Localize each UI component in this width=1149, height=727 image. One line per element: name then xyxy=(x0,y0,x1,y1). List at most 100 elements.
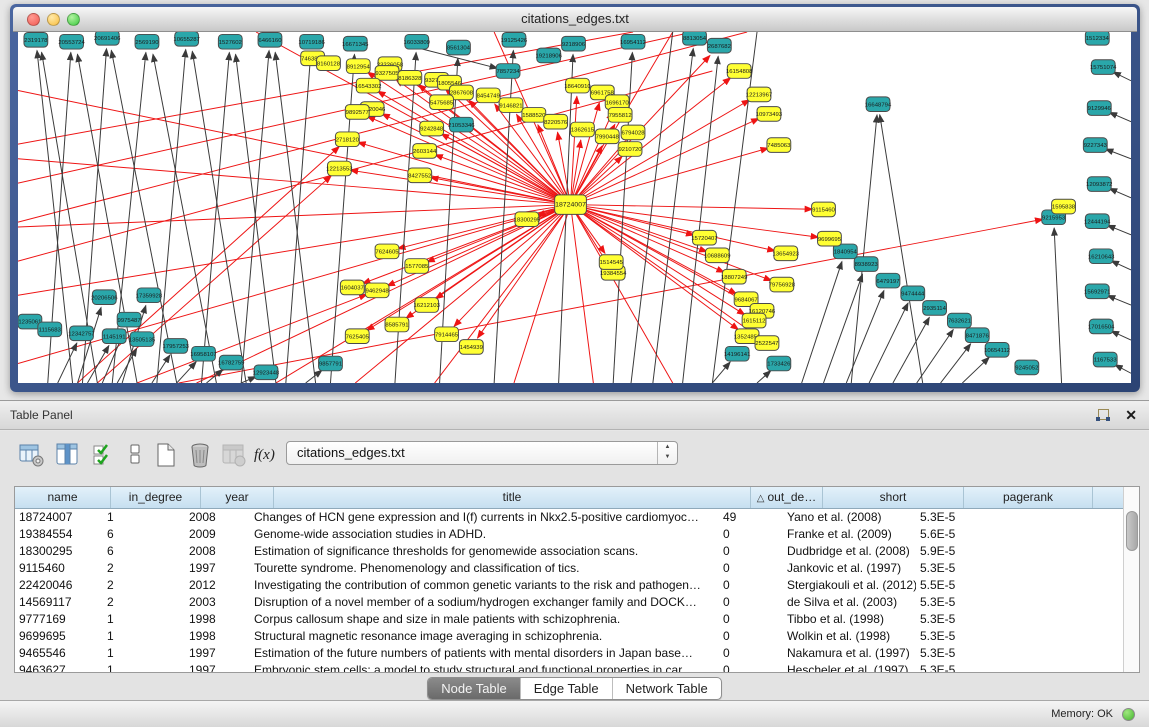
graph-node[interactable]: 7857234 xyxy=(496,64,520,79)
table-settings-icon[interactable] xyxy=(18,441,46,469)
citation-network-graph[interactable]: 2319178 20553724 20691406 2569190 10655287 15… xyxy=(18,32,1131,383)
table-row[interactable]: 946362711997Embryonic stem cells: a mode… xyxy=(15,662,1139,673)
column-header-short[interactable]: short xyxy=(823,487,964,508)
column-header-pagerank[interactable]: pagerank xyxy=(964,487,1093,508)
graph-node[interactable]: 19218906 xyxy=(535,48,562,63)
graph-node[interactable]: 1167533 xyxy=(1093,352,1117,367)
graph-node[interactable]: 16033809 xyxy=(404,34,430,49)
graph-node[interactable]: 1145191 xyxy=(102,329,126,344)
scrollbar-thumb[interactable] xyxy=(1126,511,1138,551)
graph-node[interactable]: 9129946 xyxy=(1087,101,1111,116)
graph-node[interactable]: 8454749 xyxy=(476,88,500,103)
column-header-title[interactable]: title xyxy=(274,487,751,508)
graph-node[interactable]: 8186328 xyxy=(398,71,422,86)
graph-node[interactable]: 16782759 xyxy=(218,355,244,370)
table-row[interactable]: 1938455462009Genome-wide association stu… xyxy=(15,526,1139,543)
graph-node[interactable]: 1514545 xyxy=(599,255,623,270)
graph-node[interactable]: 16648794 xyxy=(865,97,892,112)
graph-node[interactable]: 12923448 xyxy=(253,365,280,380)
graph-node[interactable]: 5475685 xyxy=(430,95,454,110)
graph-node[interactable]: 1733426 xyxy=(767,356,791,371)
graph-node[interactable]: 19125426 xyxy=(501,32,528,47)
graph-node[interactable]: 6479197 xyxy=(876,273,900,288)
graph-node[interactable]: 16958107 xyxy=(190,346,216,361)
graph-node[interactable]: 6794028 xyxy=(621,125,645,140)
function-builder-icon[interactable]: f(x) xyxy=(254,441,288,469)
column-header-out_de[interactable]: △out_de… xyxy=(751,487,823,508)
graph-node[interactable]: 7625405 xyxy=(345,329,369,344)
graph-node[interactable]: 7914465 xyxy=(435,327,459,342)
graph-node[interactable]: 9699695 xyxy=(818,231,842,246)
table-row[interactable]: 977716911998Corpus callosum shape and si… xyxy=(15,611,1139,628)
graph-node[interactable]: 9218906 xyxy=(562,36,586,51)
graph-node[interactable]: 2569190 xyxy=(135,34,159,49)
graph-node[interactable]: 9245052 xyxy=(1015,360,1039,375)
graph-node[interactable]: 6466160 xyxy=(258,32,282,47)
graph-node[interactable]: 8813054 xyxy=(683,32,707,45)
table-vertical-scrollbar[interactable] xyxy=(1123,487,1139,672)
graph-node[interactable]: 1362615 xyxy=(571,122,595,137)
column-header-name[interactable]: name xyxy=(15,487,111,508)
table-row[interactable]: 2242004622012Investigating the contribut… xyxy=(15,577,1139,594)
table-row[interactable]: 911546021997Tourette syndrome. Phenomeno… xyxy=(15,560,1139,577)
graph-node[interactable]: 10973493 xyxy=(756,107,783,122)
dropdown-stepper-icon[interactable]: ▲▼ xyxy=(657,442,677,464)
tab-edge-table[interactable]: Edge Table xyxy=(520,678,612,699)
graph-node[interactable]: 10688609 xyxy=(704,248,730,263)
graph-node[interactable]: 2718120 xyxy=(335,132,359,147)
graph-node[interactable]: 7632621 xyxy=(947,313,971,328)
graph-node[interactable]: 13654923 xyxy=(773,246,800,261)
graph-node[interactable]: 14196141 xyxy=(724,346,750,361)
graph-node[interactable]: 12342757 xyxy=(68,326,94,341)
graph-node[interactable]: 2319178 xyxy=(24,32,48,47)
graph-node[interactable]: 9327505 xyxy=(375,66,399,81)
graph-hub-node[interactable]: 18724007 xyxy=(555,195,587,215)
graph-node[interactable]: 9975487 xyxy=(117,312,141,327)
graph-node[interactable]: 1588520 xyxy=(522,108,546,123)
graph-node[interactable]: 20691406 xyxy=(94,32,121,45)
graph-node[interactable]: 9115460 xyxy=(812,202,836,217)
graph-node[interactable]: 1604037 xyxy=(340,280,364,295)
table-row[interactable]: 946554611997Estimation of the future num… xyxy=(15,645,1139,662)
graph-node[interactable]: 9242848 xyxy=(420,121,444,136)
graph-node[interactable]: 9474444 xyxy=(901,286,925,301)
graph-node[interactable]: 1115683 xyxy=(38,322,62,337)
graph-node[interactable]: 8912954 xyxy=(346,59,370,74)
graph-node[interactable]: 17359928 xyxy=(136,288,163,303)
graph-node[interactable]: 9210720 xyxy=(618,142,642,157)
graph-node[interactable]: 10654112 xyxy=(984,343,1010,358)
graph-node[interactable]: 8561304 xyxy=(447,40,471,55)
graph-node[interactable]: 16954112 xyxy=(620,34,646,49)
graph-node[interactable]: 1577085 xyxy=(405,259,429,274)
graph-node[interactable]: 79756928 xyxy=(769,277,796,292)
graph-node[interactable]: 1454939 xyxy=(459,340,483,355)
graph-node[interactable]: 2522547 xyxy=(755,336,779,351)
column-header-year[interactable]: year xyxy=(201,487,274,508)
graph-node[interactable]: 7485063 xyxy=(767,138,791,153)
new-document-icon[interactable] xyxy=(152,441,180,469)
graph-node[interactable]: 16671345 xyxy=(342,36,369,51)
select-rows-icon[interactable] xyxy=(90,441,118,469)
graph-node[interactable]: 9146821 xyxy=(499,98,523,113)
graph-node[interactable]: 21053346 xyxy=(448,117,475,132)
graph-node[interactable]: 10719186 xyxy=(298,34,325,49)
close-panel-icon[interactable]: ✕ xyxy=(1125,406,1137,424)
graph-node[interactable]: 12093872 xyxy=(1086,177,1112,192)
graph-node[interactable]: 10655287 xyxy=(173,32,199,46)
graph-node[interactable]: 18300295 xyxy=(514,212,541,227)
graph-node[interactable]: 7624605 xyxy=(375,244,399,259)
graph-node[interactable]: 12213967 xyxy=(746,87,772,102)
graph-node[interactable]: 7955812 xyxy=(608,108,632,123)
graph-node[interactable]: 2687682 xyxy=(707,38,731,53)
network-window-titlebar[interactable]: citations_edges.txt xyxy=(13,7,1137,32)
graph-node[interactable]: 16212103 xyxy=(413,298,440,313)
graph-node[interactable]: 9857791 xyxy=(319,356,343,371)
graph-node[interactable]: 16543302 xyxy=(355,78,381,93)
graph-node[interactable]: 20206506 xyxy=(91,290,118,305)
graph-node[interactable]: 8471876 xyxy=(965,328,989,343)
column-header-in_degree[interactable]: in_degree xyxy=(111,487,201,508)
graph-node[interactable]: 8938923 xyxy=(854,257,878,272)
row-height-icon[interactable] xyxy=(122,441,150,469)
graph-node[interactable]: 2603144 xyxy=(413,144,437,159)
graph-node[interactable]: 20553724 xyxy=(58,34,85,49)
